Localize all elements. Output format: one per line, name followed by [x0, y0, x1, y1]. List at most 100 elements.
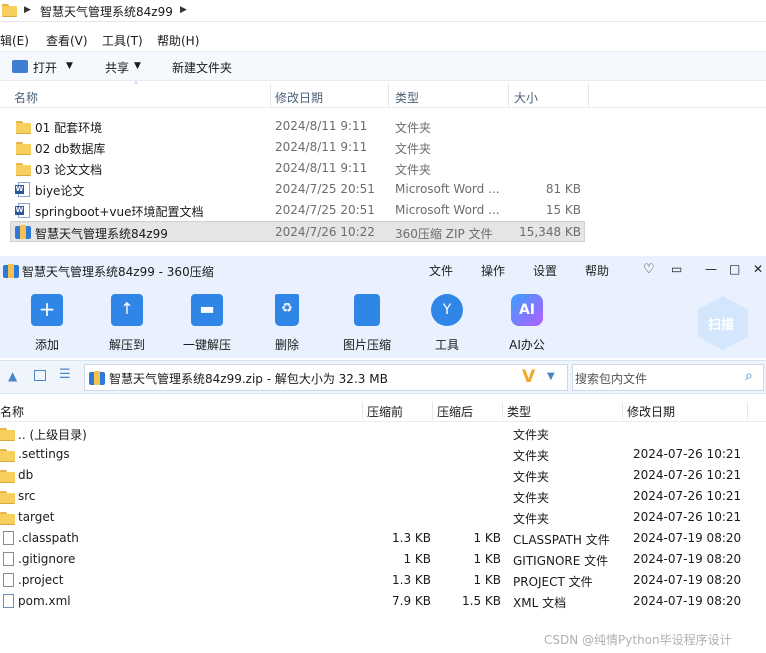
menu-edit[interactable]: 辑(E) — [0, 32, 29, 49]
column-type[interactable]: 类型 — [395, 89, 419, 106]
chevron-down-icon[interactable]: ▼ — [547, 371, 555, 382]
ai-office-label: AI办公 — [509, 338, 545, 352]
folder-icon — [2, 4, 17, 17]
file-type: 文件夹 — [395, 121, 432, 135]
verify-icon[interactable]: V — [522, 367, 535, 387]
menu-help[interactable]: 帮助(H) — [157, 32, 199, 49]
zip-ribbon: + 添加 ↑ 解压到 ▬ 一键解压 ♻ 删除 图片压缩 Y 工具 AI AI办公… — [0, 286, 766, 358]
chevron-right-icon[interactable]: ▶ — [180, 5, 187, 15]
table-row[interactable]: .project 1.3 KB 1 KB PROJECT 文件 2024-07-… — [0, 570, 766, 591]
list-item-selected[interactable]: 智慧天气管理系统84z99 2024/7/26 10:22 360压缩 ZIP … — [10, 221, 585, 242]
entry-date: 2024-07-26 10:21 — [633, 468, 742, 482]
extract-to-button[interactable]: ↑ 解压到 — [92, 294, 162, 353]
entry-type: GITIGNORE 文件 — [513, 554, 609, 568]
search-field[interactable]: 搜索包内文件 ⌕ — [572, 364, 764, 391]
view-icon[interactable] — [34, 370, 46, 381]
folder-icon — [16, 121, 31, 134]
skin-icon[interactable]: ♡ — [643, 262, 655, 277]
table-row[interactable]: pom.xml 7.9 KB 1.5 KB XML 文档 2024-07-19 … — [0, 591, 766, 612]
image-compress-button[interactable]: 图片压缩 — [332, 294, 402, 353]
list-item[interactable]: 03 论文文档 2024/8/11 9:11 文件夹 — [0, 158, 766, 179]
list-item[interactable]: W biye论文 2024/7/25 20:51 Microsoft Word … — [0, 179, 766, 200]
sort-up-icon: ˄ — [134, 81, 138, 90]
close-icon[interactable]: ✕ — [753, 262, 763, 276]
table-row[interactable]: src 文件夹 2024-07-26 10:21 — [0, 486, 766, 507]
scan-button[interactable]: 扫描 — [698, 296, 748, 350]
table-row[interactable]: .. (上级目录) 文件夹 — [0, 423, 766, 444]
column-packed[interactable]: 压缩前 — [367, 403, 403, 420]
list-item[interactable]: 02 db数据库 2024/8/11 9:11 文件夹 — [0, 137, 766, 158]
folder-icon — [0, 512, 15, 525]
new-folder-button[interactable]: 新建文件夹 — [172, 59, 232, 76]
list-view-icon[interactable]: ☰ — [59, 367, 71, 382]
up-arrow-icon[interactable]: ▲ — [8, 369, 17, 383]
entry-packed-size: 7.9 KB — [392, 594, 431, 608]
one-click-extract-button[interactable]: ▬ 一键解压 — [172, 294, 242, 353]
chevron-right-icon[interactable]: ▶ — [24, 5, 31, 15]
feedback-icon[interactable]: ▭ — [671, 262, 682, 276]
add-icon: + — [31, 294, 63, 326]
file-size: 81 KB — [545, 182, 581, 196]
window-title: 智慧天气管理系统84z99 - 360压缩 — [22, 265, 214, 279]
search-icon[interactable]: ⌕ — [745, 368, 753, 384]
menu-file[interactable]: 文件 — [429, 262, 453, 279]
column-unpacked[interactable]: 压缩后 — [437, 403, 473, 420]
open-app-icon — [12, 60, 28, 73]
entry-type: XML 文档 — [513, 596, 567, 610]
ai-office-button[interactable]: AI AI办公 — [492, 294, 562, 353]
archive-path-field[interactable]: 智慧天气管理系统84z99.zip - 解包大小为 32.3 MB V ▼ — [84, 364, 568, 391]
delete-button[interactable]: ♻ 删除 — [252, 294, 322, 353]
folder-icon — [16, 163, 31, 176]
menu-help[interactable]: 帮助 — [585, 262, 609, 279]
entry-type: 文件夹 — [513, 491, 550, 505]
column-name[interactable]: 名称 — [14, 89, 38, 106]
chevron-down-icon[interactable]: ▼ — [134, 61, 141, 71]
add-button[interactable]: + 添加 — [12, 294, 82, 353]
recycle-bin-icon: ♻ — [275, 294, 299, 326]
entry-packed-size: 1.3 KB — [392, 531, 431, 545]
tools-button[interactable]: Y 工具 — [412, 294, 482, 353]
list-item[interactable]: W springboot+vue环境配置文档 2024/7/25 20:51 M… — [0, 200, 766, 221]
open-button[interactable]: 打开 — [33, 59, 57, 76]
table-row[interactable]: .gitignore 1 KB 1 KB GITIGNORE 文件 2024-0… — [0, 549, 766, 570]
entry-unpacked-size: 1 KB — [473, 552, 501, 566]
entry-name: .settings — [18, 447, 70, 461]
menu-view[interactable]: 查看(V) — [46, 32, 88, 49]
column-type[interactable]: 类型 — [507, 403, 531, 420]
entry-packed-size: 1 KB — [403, 552, 431, 566]
one-click-extract-label: 一键解压 — [182, 338, 231, 352]
column-size[interactable]: 大小 — [514, 89, 538, 106]
table-row[interactable]: .settings 文件夹 2024-07-26 10:21 — [0, 444, 766, 465]
menu-operation[interactable]: 操作 — [481, 262, 505, 279]
entry-name: .project — [18, 573, 64, 587]
file-type: Microsoft Word ... — [395, 182, 500, 196]
folder-icon — [0, 470, 15, 483]
menu-settings[interactable]: 设置 — [533, 262, 557, 279]
table-row[interactable]: db 文件夹 2024-07-26 10:21 — [0, 465, 766, 486]
column-name[interactable]: 名称 — [0, 403, 24, 420]
column-date[interactable]: 修改日期 — [275, 89, 323, 106]
entry-type: 文件夹 — [513, 449, 550, 463]
list-item[interactable]: 01 配套环境 2024/8/11 9:11 文件夹 — [0, 116, 766, 137]
breadcrumb-folder[interactable]: 智慧天气管理系统84z99 — [40, 3, 173, 20]
entry-date: 2024-07-26 10:21 — [633, 447, 742, 461]
entry-name: src — [18, 489, 36, 503]
chevron-down-icon[interactable]: ▼ — [66, 61, 73, 71]
explorer-address-bar[interactable]: ▶ 智慧天气管理系统84z99 ▶ — [0, 0, 766, 22]
folder-icon — [0, 491, 15, 504]
maximize-icon[interactable]: □ — [729, 262, 740, 276]
table-row[interactable]: .classpath 1.3 KB 1 KB CLASSPATH 文件 2024… — [0, 528, 766, 549]
explorer-menu-bar: 辑(E) 查看(V) 工具(T) 帮助(H) — [0, 30, 766, 50]
minimize-icon[interactable]: — — [705, 262, 717, 276]
menu-tools[interactable]: 工具(T) — [102, 32, 143, 49]
file-date: 2024/8/11 9:11 — [275, 140, 368, 154]
table-row[interactable]: target 文件夹 2024-07-26 10:21 — [0, 507, 766, 528]
folder-icon — [16, 142, 31, 155]
share-button[interactable]: 共享 — [105, 59, 129, 76]
column-date[interactable]: 修改日期 — [627, 403, 675, 420]
entry-name: .. (上级目录) — [18, 428, 87, 442]
file-date: 2024/7/25 20:51 — [275, 203, 375, 217]
file-type: 360压缩 ZIP 文件 — [395, 227, 493, 241]
explorer-toolbar: 打开 ▼ 共享 ▼ 新建文件夹 — [0, 51, 766, 81]
entry-date: 2024-07-19 08:20 — [633, 573, 742, 587]
